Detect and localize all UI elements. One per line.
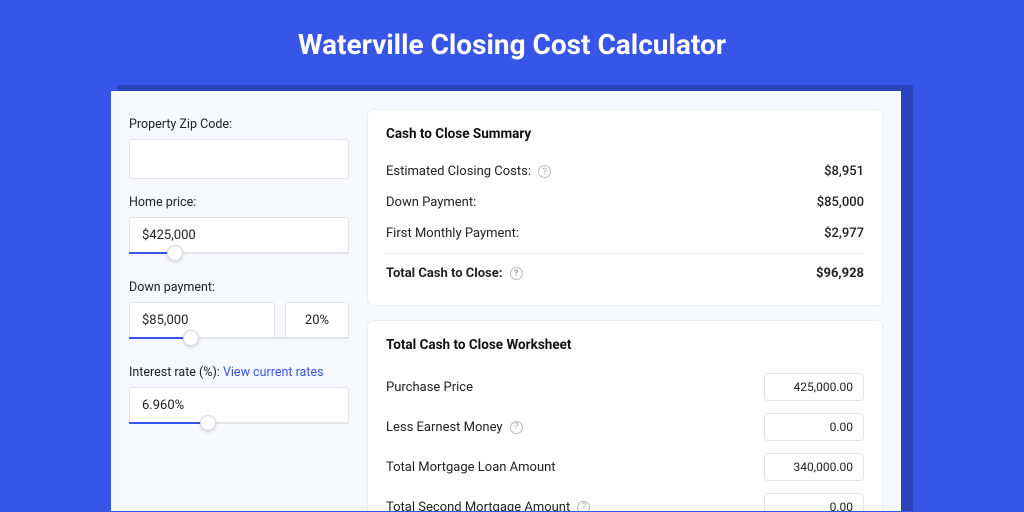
summary-value: $85,000 — [817, 195, 864, 210]
zip-input[interactable] — [129, 139, 349, 179]
worksheet-input[interactable]: 425,000.00 — [764, 373, 864, 401]
help-icon[interactable]: ? — [510, 267, 523, 280]
summary-total-label: Total Cash to Close: ? — [386, 266, 523, 281]
summary-label: Estimated Closing Costs: ? — [386, 164, 551, 179]
home-price-label: Home price: — [129, 195, 349, 210]
slider-thumb[interactable] — [183, 330, 199, 346]
panel-shadow: Property Zip Code: Home price: $425,000 … — [117, 85, 907, 511]
results-column: Cash to Close Summary Estimated Closing … — [367, 109, 883, 511]
interest-label-text: Interest rate (%): — [129, 365, 223, 380]
interest-slider[interactable] — [129, 422, 349, 434]
worksheet-row-earnest-money: Less Earnest Money ? 0.00 — [386, 407, 864, 447]
worksheet-label-text: Total Second Mortgage Amount — [386, 500, 570, 512]
down-payment-percent[interactable]: 20% — [285, 302, 349, 338]
down-payment-input[interactable]: $85,000 — [129, 302, 275, 338]
slider-fill — [129, 422, 208, 424]
summary-value: $8,951 — [824, 164, 864, 179]
interest-input[interactable]: 6.960% — [129, 387, 349, 423]
zip-label: Property Zip Code: — [129, 117, 349, 132]
slider-thumb[interactable] — [167, 245, 183, 261]
zip-field-group: Property Zip Code: — [129, 117, 349, 179]
worksheet-input[interactable]: 0.00 — [764, 493, 864, 511]
calculator-panel: Property Zip Code: Home price: $425,000 … — [111, 91, 901, 511]
down-payment-field-group: Down payment: $85,000 20% — [129, 280, 349, 349]
worksheet-row-purchase-price: Purchase Price 425,000.00 — [386, 367, 864, 407]
down-payment-slider[interactable] — [129, 337, 349, 349]
interest-field-group: Interest rate (%): View current rates 6.… — [129, 365, 349, 434]
worksheet-label: Less Earnest Money ? — [386, 420, 523, 435]
view-rates-link[interactable]: View current rates — [223, 365, 324, 380]
summary-value: $2,977 — [824, 226, 864, 241]
summary-row-down-payment: Down Payment: $85,000 — [386, 187, 864, 218]
summary-total-label-text: Total Cash to Close: — [386, 266, 502, 281]
summary-label: Down Payment: — [386, 195, 476, 210]
home-price-field-group: Home price: $425,000 — [129, 195, 349, 264]
worksheet-label: Total Second Mortgage Amount ? — [386, 500, 590, 512]
home-price-slider[interactable] — [129, 252, 349, 264]
worksheet-input[interactable]: 340,000.00 — [764, 453, 864, 481]
worksheet-row-loan-amount: Total Mortgage Loan Amount 340,000.00 — [386, 447, 864, 487]
summary-title: Cash to Close Summary — [386, 126, 864, 142]
summary-label: First Monthly Payment: — [386, 226, 519, 241]
summary-total-value: $96,928 — [816, 266, 864, 281]
summary-row-closing-costs: Estimated Closing Costs: ? $8,951 — [386, 156, 864, 187]
help-icon[interactable]: ? — [510, 421, 523, 434]
slider-fill — [129, 337, 191, 339]
inputs-column: Property Zip Code: Home price: $425,000 … — [129, 109, 349, 511]
down-payment-label: Down payment: — [129, 280, 349, 295]
summary-label-text: Estimated Closing Costs: — [386, 164, 531, 179]
summary-row-total: Total Cash to Close: ? $96,928 — [386, 253, 864, 289]
page-title: Waterville Closing Cost Calculator — [298, 28, 726, 61]
slider-thumb[interactable] — [200, 415, 216, 431]
worksheet-label-text: Less Earnest Money — [386, 420, 503, 435]
help-icon[interactable]: ? — [577, 501, 590, 511]
help-icon[interactable]: ? — [538, 165, 551, 178]
interest-label: Interest rate (%): View current rates — [129, 365, 349, 380]
summary-card: Cash to Close Summary Estimated Closing … — [367, 109, 883, 306]
worksheet-title: Total Cash to Close Worksheet — [386, 337, 864, 353]
worksheet-input[interactable]: 0.00 — [764, 413, 864, 441]
worksheet-label: Purchase Price — [386, 380, 473, 395]
home-price-input[interactable]: $425,000 — [129, 217, 349, 253]
worksheet-row-second-mortgage: Total Second Mortgage Amount ? 0.00 — [386, 487, 864, 511]
summary-row-first-payment: First Monthly Payment: $2,977 — [386, 218, 864, 249]
worksheet-label: Total Mortgage Loan Amount — [386, 460, 556, 475]
worksheet-card: Total Cash to Close Worksheet Purchase P… — [367, 320, 883, 511]
